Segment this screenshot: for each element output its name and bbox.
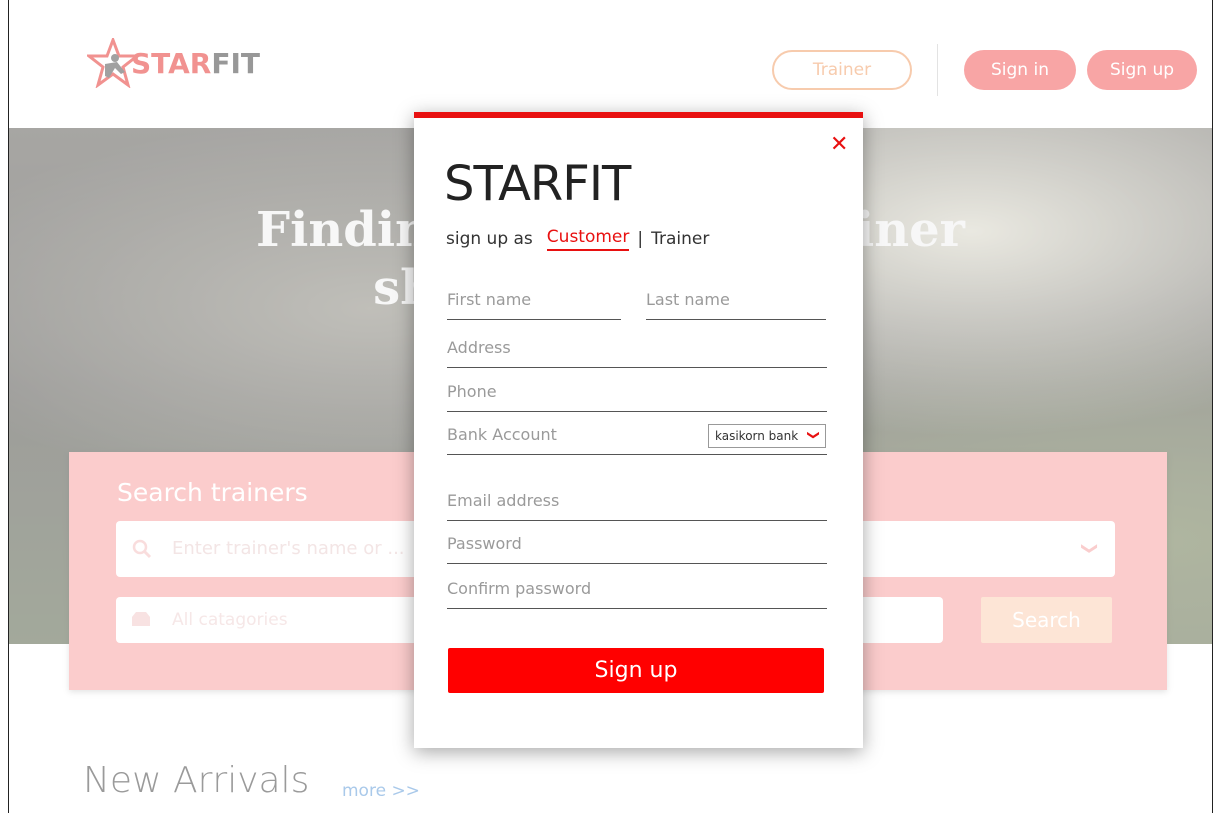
role-customer-tab[interactable]: Customer <box>546 227 630 251</box>
modal-brand: STARFIT <box>444 156 631 212</box>
signup-modal: ✕ STARFIT sign up as Customer | Trainer … <box>414 112 863 748</box>
new-arrivals-heading: New Arrivals <box>83 760 310 801</box>
confirm-password-field[interactable]: Confirm password <box>447 577 827 609</box>
role-prefix: sign up as <box>446 229 533 249</box>
first-name-field[interactable]: First name <box>447 288 621 320</box>
phone-field[interactable]: Phone <box>447 380 827 412</box>
more-link[interactable]: more >> <box>342 781 420 801</box>
role-trainer-tab[interactable]: Trainer <box>651 229 709 249</box>
signup-submit-button[interactable]: Sign up <box>448 648 824 693</box>
close-icon[interactable]: ✕ <box>830 132 848 157</box>
page-border-right <box>1212 0 1213 813</box>
role-separator: | <box>637 229 644 249</box>
bank-select[interactable]: kasikorn bank ❯ <box>708 424 826 448</box>
password-field[interactable]: Password <box>447 532 827 564</box>
modal-top-bar <box>414 112 863 118</box>
bank-selected-value: kasikorn bank <box>715 429 799 443</box>
role-selector: sign up as Customer | Trainer <box>446 227 709 251</box>
chevron-down-icon: ❯ <box>806 429 821 441</box>
address-field[interactable]: Address <box>447 336 827 368</box>
email-field[interactable]: Email address <box>447 489 827 521</box>
last-name-field[interactable]: Last name <box>646 288 826 320</box>
